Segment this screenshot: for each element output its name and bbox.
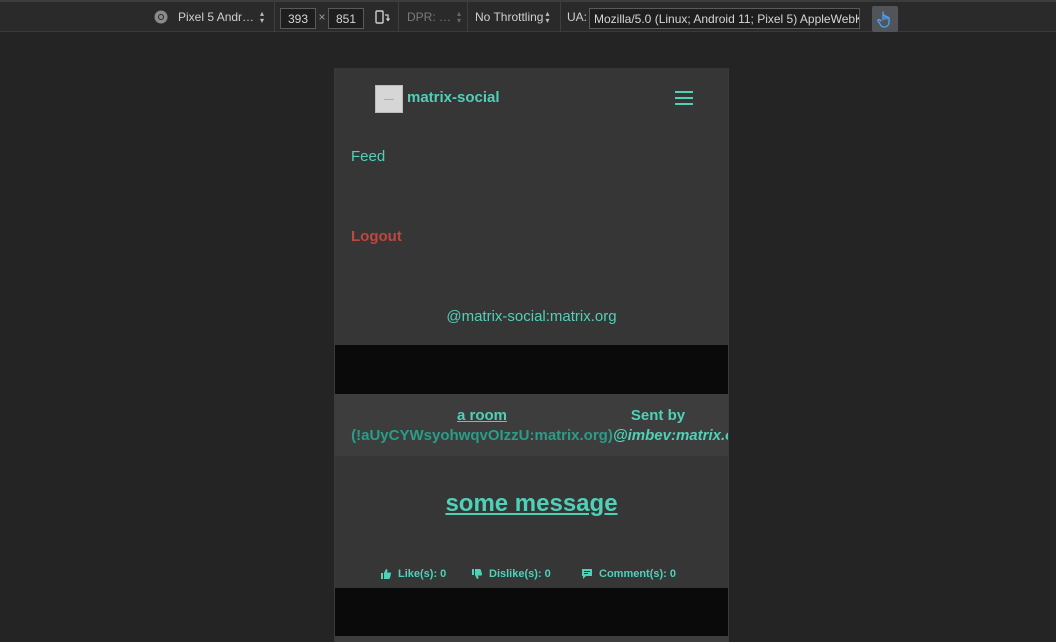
user-id-link[interactable]: @matrix-social:matrix.org — [335, 308, 728, 325]
touch-hand-icon — [877, 11, 890, 28]
logo-image[interactable]: — — [375, 85, 403, 113]
navbar: — matrix-social Feed Logout @matrix-soci… — [335, 68, 728, 345]
throttling-select-label: No Throttling — [475, 10, 544, 24]
width-input[interactable]: 393 — [280, 8, 316, 29]
rotate-icon[interactable] — [373, 2, 391, 32]
post-header: a room (!aUyCYWsyohwqvOIzzU:matrix.org) … — [335, 394, 728, 456]
room-link[interactable]: a room — [457, 407, 507, 424]
user-agent-input[interactable]: Mozilla/5.0 (Linux; Android 11; Pixel 5)… — [589, 8, 860, 29]
hamburger-menu-icon[interactable] — [675, 91, 693, 105]
sent-by-label: Sent by — [630, 407, 686, 424]
logo-alt-text: — — [384, 93, 394, 105]
chrome-icon — [154, 2, 170, 32]
room-id: (!aUyCYWsyohwqvOIzzU:matrix.org) — [351, 427, 613, 444]
height-input[interactable]: 851 — [328, 8, 364, 29]
room-info: a room (!aUyCYWsyohwqvOIzzU:matrix.org) — [351, 406, 613, 446]
devtools-device-toolbar: Pixel 5 Andr… ▴ ▾ 393 × 851 DPR: … ▴ ▾ No … — [0, 2, 1056, 32]
touch-toggle-button[interactable] — [872, 6, 898, 32]
toolbar-divider — [398, 2, 399, 32]
device-select-label: Pixel 5 Andr… — [178, 10, 255, 24]
thumbs-down-icon — [472, 569, 483, 579]
comment-icon — [582, 569, 592, 579]
device-select[interactable]: Pixel 5 Andr… ▴ ▾ — [178, 2, 270, 32]
post-actions: Like(s): 0 Dislike(s): 0 Comment(s): 0 — [335, 568, 728, 584]
post-body: some message Like(s): 0 Dislike(s): 0 Co… — [335, 456, 728, 588]
dpr-select-label: DPR: … — [407, 10, 452, 24]
comment-button[interactable]: Comment(s): 0 — [581, 568, 676, 580]
device-viewport: — matrix-social Feed Logout @matrix-soci… — [334, 68, 729, 642]
thumbs-up-icon — [381, 569, 392, 579]
select-arrows-icon: ▴ ▾ — [260, 9, 265, 25]
dislike-button[interactable]: Dislike(s): 0 — [471, 568, 551, 580]
nav-feed-link[interactable]: Feed — [351, 148, 385, 165]
sender-info: Sent by @imbev:matrix.o — [613, 406, 728, 446]
select-arrows-icon: ▴ ▾ — [545, 9, 550, 25]
post-message-link[interactable]: some message — [335, 490, 728, 518]
comment-count: Comment(s): 0 — [599, 568, 677, 580]
dislike-count: Dislike(s): 0 — [489, 568, 551, 580]
toolbar-divider — [560, 2, 561, 32]
throttling-select[interactable]: No Throttling ▴ ▾ — [475, 2, 557, 32]
brand-link[interactable]: matrix-social — [407, 89, 500, 106]
dimension-times: × — [318, 10, 326, 24]
select-arrows-icon: ▴ ▾ — [457, 9, 462, 25]
user-agent-label: UA: — [567, 10, 588, 24]
next-post-edge — [335, 636, 728, 642]
toolbar-divider — [274, 2, 275, 32]
sender-id[interactable]: @imbev:matrix.o — [613, 427, 728, 444]
like-button[interactable]: Like(s): 0 — [380, 568, 446, 580]
nav-logout-link[interactable]: Logout — [351, 228, 402, 245]
like-count: Like(s): 0 — [398, 568, 447, 580]
toolbar-divider — [467, 2, 468, 32]
dpr-select[interactable]: DPR: … ▴ ▾ — [407, 2, 465, 32]
